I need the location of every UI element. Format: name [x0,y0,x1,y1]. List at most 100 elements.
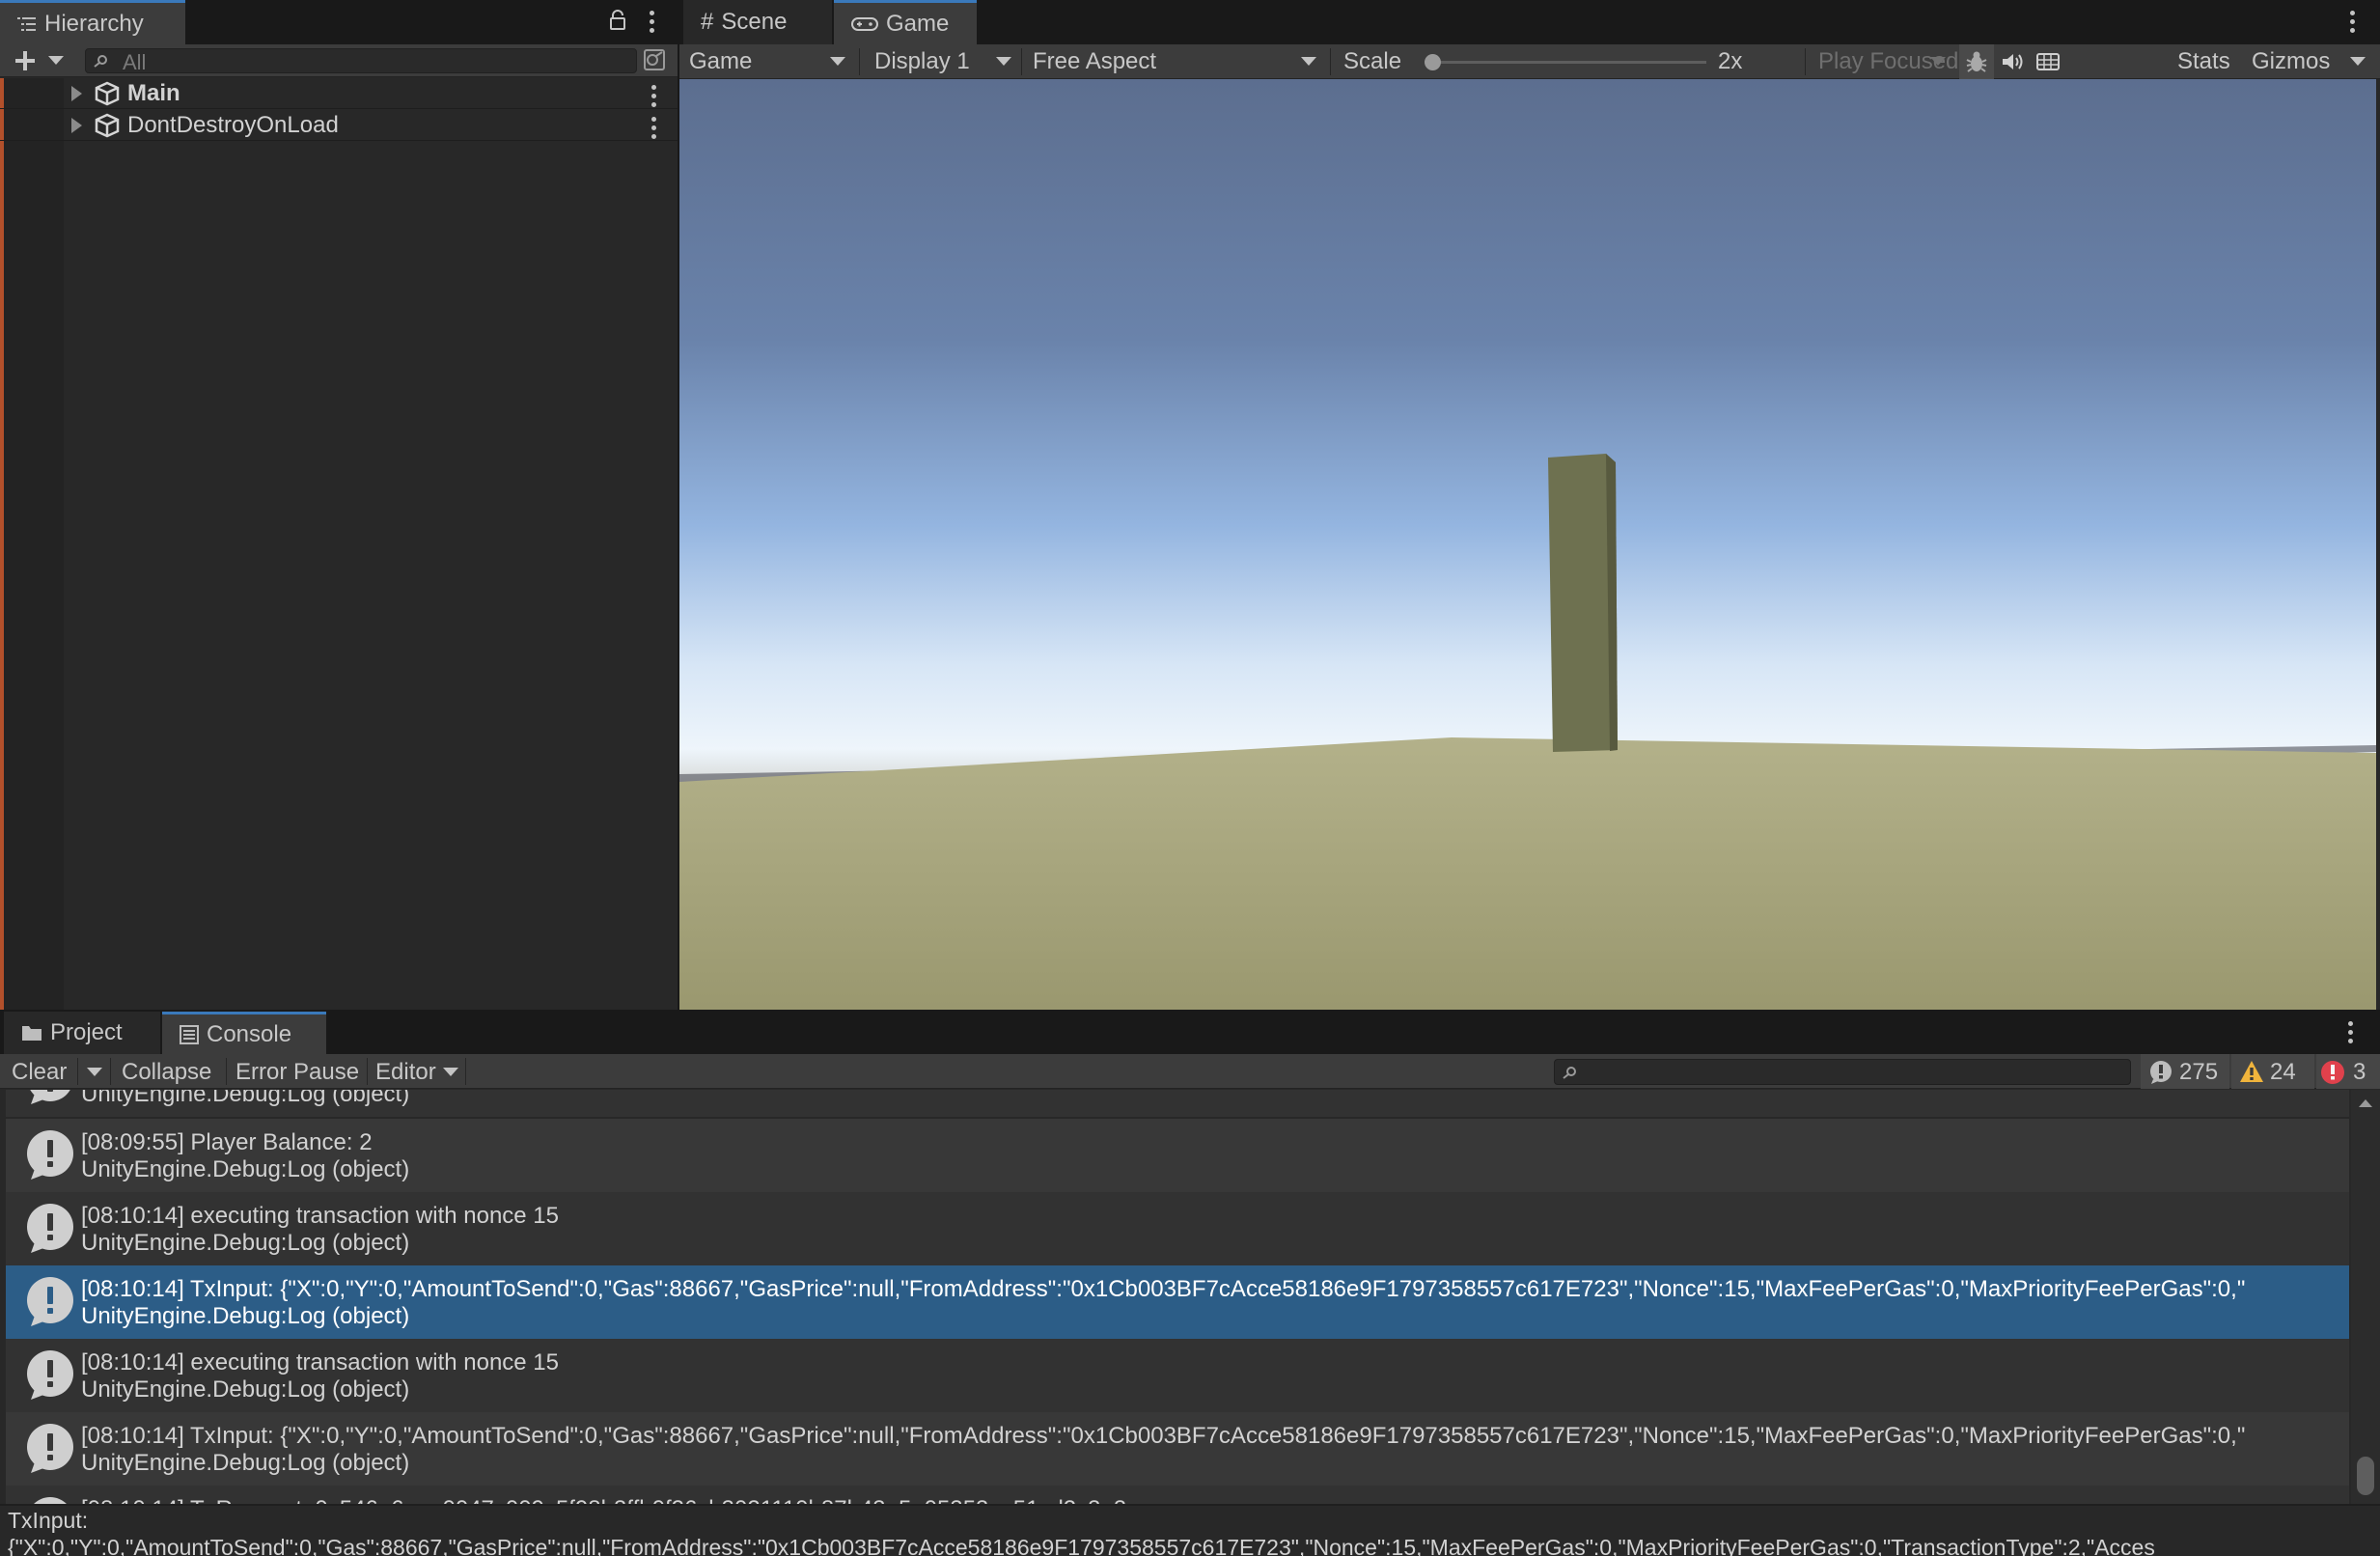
speaker-icon [2002,52,2023,71]
scene-visibility-icon[interactable] [643,48,666,71]
chevron-down-icon [1930,57,1946,66]
scene-render [679,79,2376,1010]
stats-button[interactable]: Stats [2177,48,2230,75]
play-mode-dropdown[interactable]: Play Focused [1807,44,1958,79]
scene-accent-strip [0,78,4,1010]
list-item[interactable]: [08:09:55] Player Balance: 2 UnityEngine… [6,1119,2349,1192]
console-tab-icon [180,1024,199,1044]
toolbar-divider [1805,48,1806,75]
hierarchy-menu-icon[interactable] [647,11,656,33]
frame-debugger-button[interactable] [1959,44,1994,79]
expand-arrow-icon[interactable] [71,118,82,133]
info-icon [25,1204,75,1254]
gamepad-icon [851,16,878,32]
console-search-input[interactable] [1554,1059,2131,1085]
log-detail-pane[interactable]: TxInput: {"X":0,"Y":0,"AmountToSend":0,"… [0,1504,2380,1556]
hierarchy-search-input[interactable]: All [85,48,637,74]
detail-line: {"X":0,"Y":0,"AmountToSend":0,"Gas":8866… [8,1535,2155,1556]
hash-icon: # [701,9,714,35]
display-label: Display 1 [874,48,970,74]
error-count-toggle[interactable]: 3 [2316,1054,2380,1089]
game-toolbar: Game Display 1 Free Aspect Scale 2x Play… [679,44,2380,79]
info-icon [25,1350,75,1401]
aspect-label: Free Aspect [1033,48,1157,74]
log-source: UnityEngine.Debug:Log (object) [81,1376,410,1403]
gameobject-icon [95,113,120,138]
tab-hierarchy[interactable]: Hierarchy [0,0,185,44]
log-count-toggle[interactable]: 275 [2141,1054,2229,1089]
toolbar-divider [110,1058,111,1085]
clear-options-caret[interactable] [87,1068,102,1076]
console-scrollbar[interactable] [2351,1090,2380,1547]
list-item[interactable]: UnityEngine.Debug:Log (object) [6,1090,2349,1117]
keyboard-icon [2036,52,2060,71]
scene-tab-label: Scene [721,9,788,35]
hierarchy-tab-bar: Hierarchy [0,0,679,44]
scale-label: Scale [1343,48,1402,74]
info-icon [25,1130,75,1181]
list-item-selected[interactable]: [08:10:14] TxInput: {"X":0,"Y":0,"Amount… [6,1265,2349,1339]
tab-console[interactable]: Console [162,1012,326,1054]
console-menu-icon[interactable] [2345,1021,2355,1043]
hierarchy-item-dontdestroyonload[interactable]: DontDestroyOnLoad [0,110,679,141]
log-source: UnityEngine.Debug:Log (object) [81,1156,410,1182]
console-tab-bar: Project Console [0,1012,2380,1054]
scale-value: 2x [1718,48,1743,74]
expand-arrow-icon[interactable] [71,86,82,101]
mute-audio-button[interactable] [1994,44,2029,79]
item-menu-icon[interactable] [649,117,658,139]
gameobject-icon [95,81,120,106]
list-item[interactable]: [08:10:14] executing transaction with no… [6,1339,2349,1412]
scroll-up-arrow-icon[interactable] [2359,1099,2372,1107]
display-dropdown[interactable]: Display 1 [861,44,1019,79]
game-panel-menu-icon[interactable] [2347,11,2357,33]
item-menu-icon[interactable] [649,85,658,107]
list-item[interactable]: [08:10:14] TxInput: {"X":0,"Y":0,"Amount… [6,1412,2349,1486]
log-source: UnityEngine.Debug:Log (object) [81,1090,410,1107]
log-message: [08:10:14] executing transaction with no… [81,1349,559,1375]
toolbar-divider [367,1058,368,1085]
error-icon [2320,1060,2345,1085]
game-panel: # Scene Game Game Display 1 Free Aspect … [679,0,2380,1010]
toolbar-divider [77,1058,78,1085]
clear-button[interactable]: Clear [12,1059,67,1086]
collapse-button[interactable]: Collapse [122,1059,211,1086]
hierarchy-item-label: DontDestroyOnLoad [127,112,339,138]
editor-dropdown[interactable]: Editor [375,1059,436,1086]
hierarchy-gutter [0,78,64,1010]
scroll-thumb[interactable] [2357,1457,2374,1495]
project-tab-label: Project [50,1019,123,1045]
chevron-down-icon [830,57,845,66]
info-icon [25,1277,75,1327]
view-mode-dropdown[interactable]: Game [679,44,855,79]
search-icon [94,54,109,68]
gizmos-dropdown-caret[interactable] [2350,57,2366,66]
hierarchy-item-main[interactable]: Main [0,78,679,109]
warning-count-toggle[interactable]: 24 [2231,1054,2314,1089]
log-source: UnityEngine.Debug:Log (object) [81,1450,410,1476]
add-dropdown-caret[interactable] [48,56,64,65]
lock-icon[interactable] [608,10,627,31]
add-icon[interactable] [14,49,37,72]
scale-slider[interactable] [1425,44,1706,79]
tab-scene[interactable]: # Scene [683,0,832,44]
list-item[interactable]: [08:10:14] executing transaction with no… [6,1192,2349,1265]
chevron-down-icon [996,57,1011,66]
info-icon [2148,1060,2173,1085]
aspect-dropdown[interactable]: Free Aspect [1023,44,1328,79]
hierarchy-tab-label: Hierarchy [44,10,144,37]
slider-thumb[interactable] [1425,54,1441,70]
tab-project[interactable]: Project [4,1012,160,1054]
error-pause-button[interactable]: Error Pause [235,1059,359,1086]
gizmos-button[interactable]: Gizmos [2252,48,2330,75]
warning-count: 24 [2270,1059,2296,1085]
shortcuts-toggle[interactable] [2029,44,2065,79]
log-list[interactable]: UnityEngine.Debug:Log (object) [08:09:55… [0,1090,2351,1547]
game-tab-label: Game [886,10,950,37]
search-icon [1563,1066,1578,1079]
hierarchy-list-icon [17,15,37,33]
tab-game[interactable]: Game [834,0,977,44]
bug-icon [1966,50,1987,73]
game-viewport[interactable] [679,79,2376,1010]
chevron-down-icon [1301,57,1316,66]
